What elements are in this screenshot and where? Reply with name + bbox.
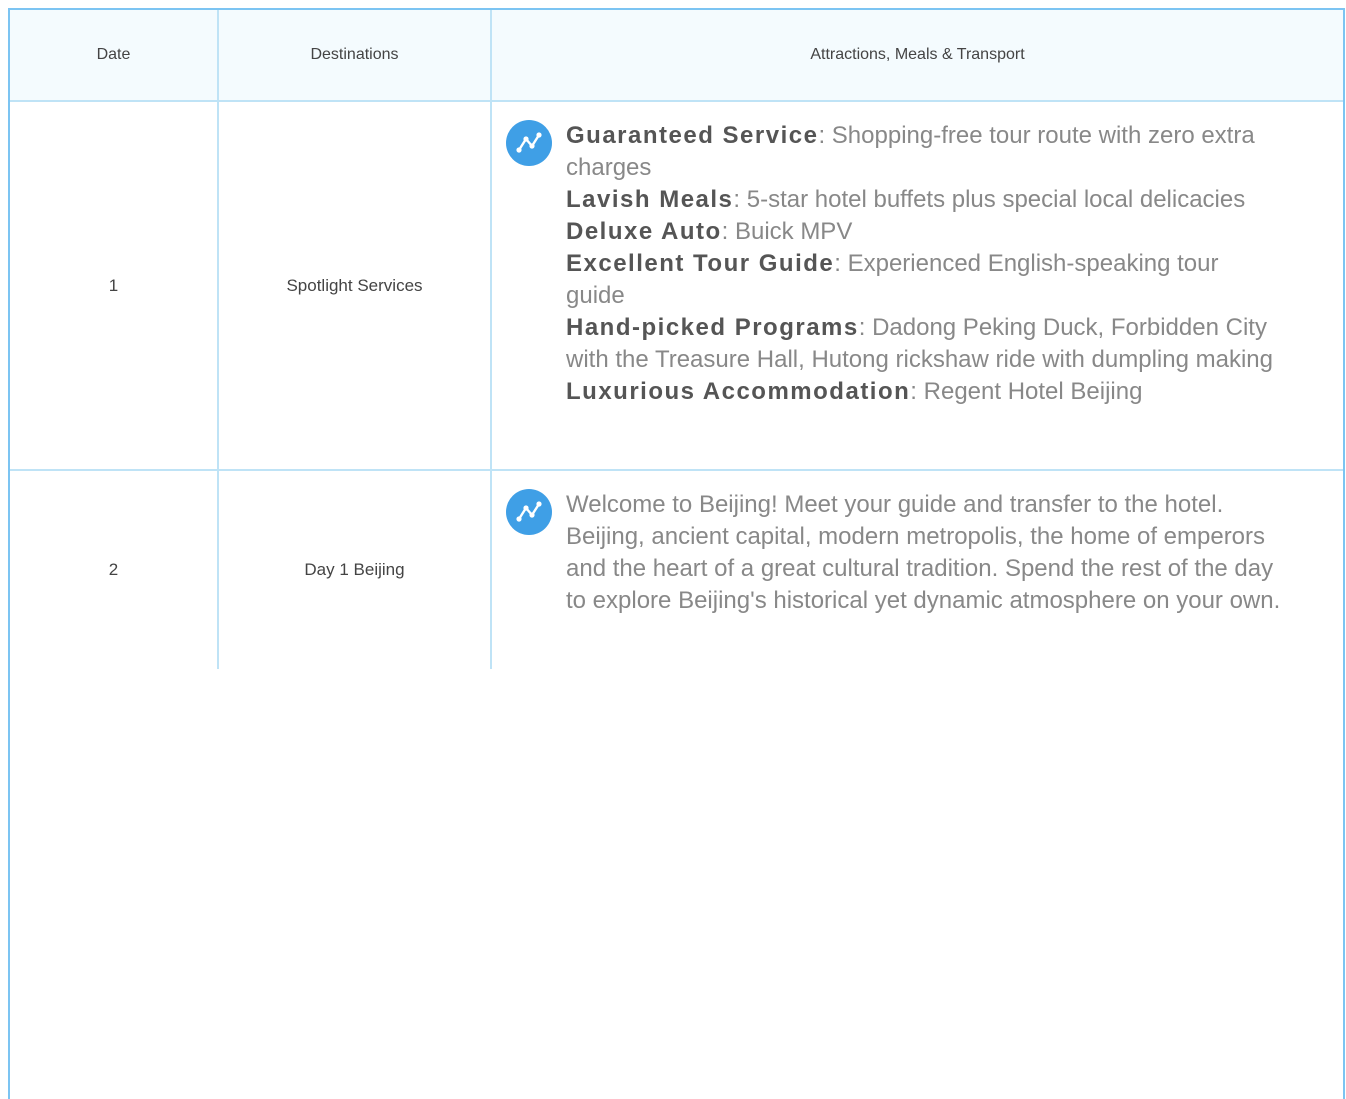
table-row: 1 Spotlight Services Guaranteed Service:…	[10, 101, 1343, 471]
service-name: Deluxe Auto	[566, 218, 722, 245]
service-item: Deluxe Auto: Buick MPV	[566, 216, 1283, 248]
services-list: Guaranteed Service: Shopping-free tour r…	[566, 118, 1283, 408]
service-item: Lavish Meals: 5-star hotel buffets plus …	[566, 184, 1283, 216]
service-text: : Regent Hotel Beijing	[910, 378, 1143, 405]
details-wrap: Guaranteed Service: Shopping-free tour r…	[492, 102, 1343, 408]
row-details: Welcome to Beijing! Meet your guide and …	[491, 470, 1343, 669]
service-item: Excellent Tour Guide: Experienced Englis…	[566, 248, 1283, 312]
service-name: Luxurious Accommodation	[566, 378, 911, 405]
service-item: Guaranteed Service: Shopping-free tour r…	[566, 120, 1283, 184]
header-date: Date	[10, 10, 219, 102]
row-destination: Spotlight Services	[218, 101, 492, 471]
service-item: Luxurious Accommodation: Regent Hotel Be…	[566, 376, 1283, 408]
service-name: Lavish Meals	[566, 186, 734, 213]
service-item: Hand-picked Programs: Dadong Peking Duck…	[566, 312, 1283, 376]
service-name: Hand-picked Programs	[566, 314, 859, 341]
service-text: : 5-star hotel buffets plus special loca…	[733, 186, 1246, 213]
table-header: Date Destinations Attractions, Meals & T…	[10, 10, 1343, 102]
itinerary-table: Date Destinations Attractions, Meals & T…	[10, 10, 1343, 669]
row-date: 1	[10, 101, 219, 471]
route-icon	[506, 120, 552, 166]
header-details: Attractions, Meals & Transport	[491, 10, 1343, 102]
service-text: : Buick MPV	[721, 218, 853, 245]
table-body: 1 Spotlight Services Guaranteed Service:…	[10, 101, 1343, 669]
details-wrap: Welcome to Beijing! Meet your guide and …	[492, 471, 1343, 617]
row-destination: Day 1 Beijing	[218, 470, 492, 669]
service-name: Excellent Tour Guide	[566, 250, 835, 277]
row-details: Guaranteed Service: Shopping-free tour r…	[491, 101, 1343, 471]
route-icon	[506, 489, 552, 535]
header-destinations: Destinations	[218, 10, 492, 102]
day-description: Welcome to Beijing! Meet your guide and …	[566, 491, 1281, 614]
service-name: Guaranteed Service	[566, 122, 819, 149]
table-row: 2 Day 1 Beijing Welcome to Beijing! Meet…	[10, 470, 1343, 669]
row-date: 2	[10, 470, 219, 669]
header-row: Date Destinations Attractions, Meals & T…	[10, 10, 1343, 102]
